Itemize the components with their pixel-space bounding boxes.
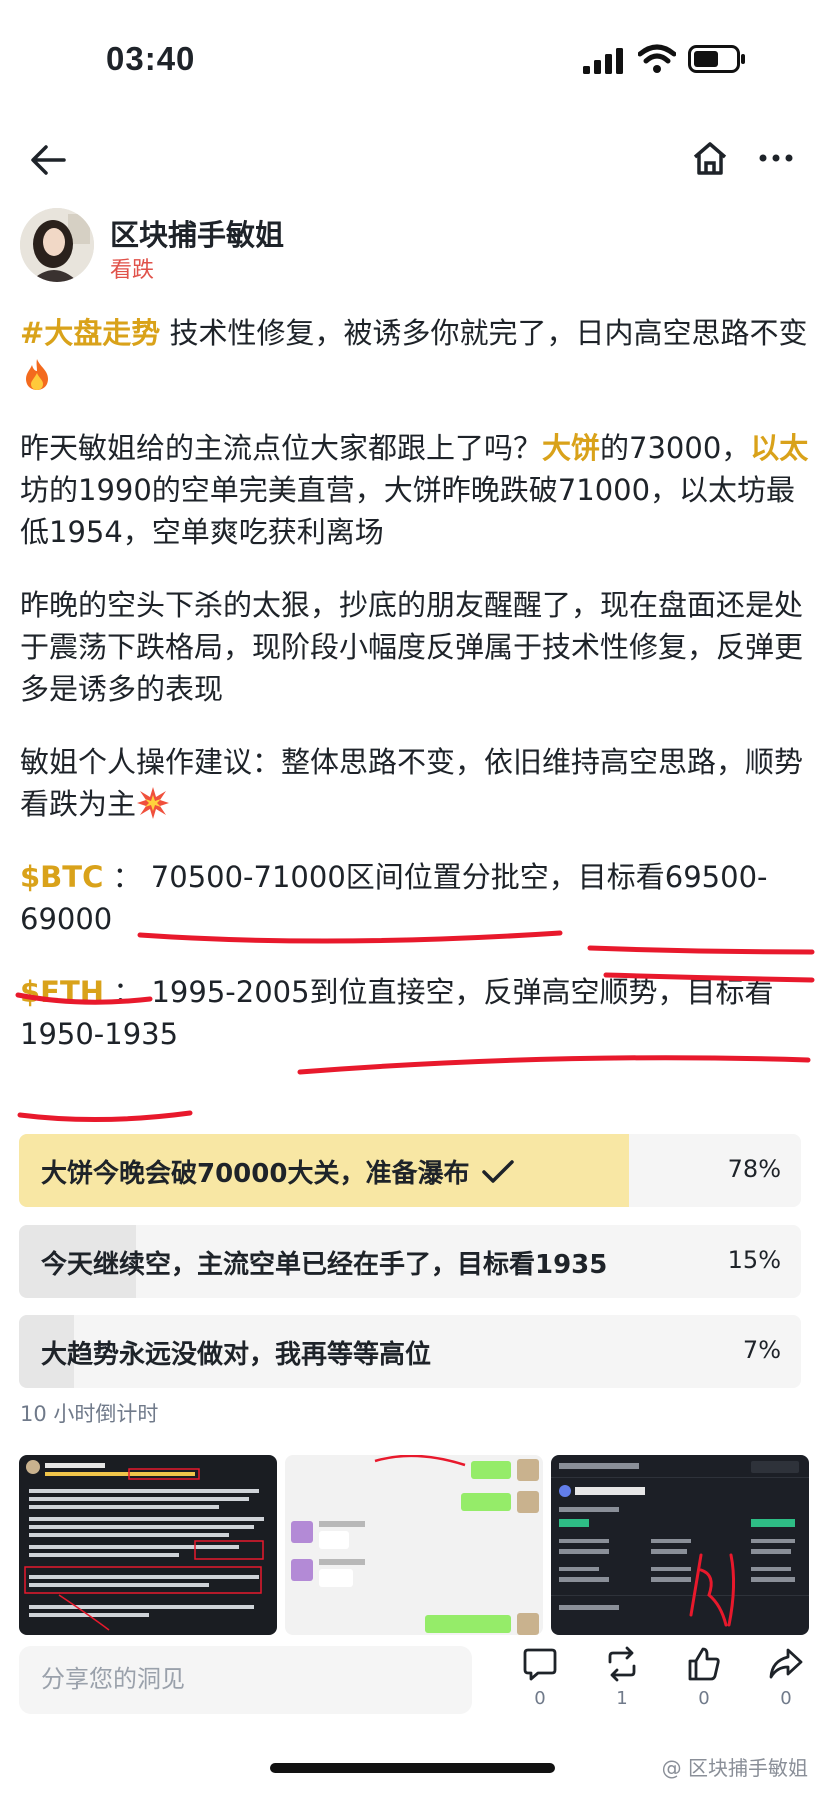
- image-thumbnail-2[interactable]: [285, 1455, 543, 1635]
- post-paragraph-4: 敏姐个人操作建议：整体思路不变，依旧维持高空思路，顺势看跌为主: [20, 741, 810, 825]
- trading-position-preview: [551, 1455, 809, 1635]
- status-time: 03:40: [106, 40, 196, 77]
- paragraph-text: 昨天敏姐给的主流点位大家都跟上了吗？: [20, 431, 543, 465]
- home-icon[interactable]: [690, 138, 730, 178]
- poll-option-3[interactable]: 大趋势永远没做对，我再等等高位 7%: [19, 1315, 801, 1388]
- poll-option-1[interactable]: 大饼今晚会破70000大关，准备瀑布 78%: [19, 1134, 801, 1207]
- repost-icon: [608, 1646, 636, 1682]
- repost-count: 1: [616, 1688, 628, 1709]
- paragraph-text: 技术性修复，被诱多你就完了，日内高空思路不变: [160, 316, 808, 350]
- author-header: 区块捕手敏姐 看跌: [20, 208, 800, 284]
- coin-link-btc[interactable]: 大饼: [542, 431, 600, 465]
- poll-option-2[interactable]: 今天继续空，主流空单已经在手了，目标看1935 15%: [19, 1225, 801, 1298]
- watermark: @ 区块捕手敏姐: [661, 1756, 808, 1780]
- more-options-icon[interactable]: [758, 144, 794, 172]
- paragraph-text: 坊的1990的空单完美直营，大饼昨晚跌破71000，以太坊最低1954，空单爽吃…: [20, 473, 796, 549]
- post-paragraph-1: #大盘走势 技术性修复，被诱多你就完了，日内高空思路不变: [20, 312, 810, 396]
- bottom-action-bar: 0 1 0 0 @ 区块捕手敏姐: [0, 1638, 828, 1800]
- poll-countdown: 10 小时倒计时: [20, 1402, 159, 1426]
- poll-percent: 7%: [742, 1336, 781, 1364]
- wifi-icon: [638, 44, 676, 73]
- attached-images: [19, 1455, 809, 1635]
- chat-preview: [285, 1455, 543, 1635]
- poll-label: 大饼今晚会破70000大关，准备瀑布: [41, 1159, 470, 1189]
- repost-button[interactable]: 1: [592, 1646, 652, 1726]
- comment-count: 0: [534, 1688, 546, 1709]
- check-icon: [482, 1160, 515, 1183]
- poll-percent: 78%: [727, 1155, 781, 1183]
- share-icon: [769, 1648, 803, 1679]
- poll-label: 今天继续空，主流空单已经在手了，目标看1935: [41, 1250, 608, 1280]
- ticker-link-btc[interactable]: $BTC: [20, 860, 103, 894]
- image-thumbnail-1[interactable]: [19, 1455, 277, 1635]
- hashtag-link[interactable]: #大盘走势: [20, 316, 160, 350]
- author-name[interactable]: 区块捕手敏姐: [110, 212, 284, 254]
- image-thumbnail-3[interactable]: [551, 1455, 809, 1635]
- post-body: #大盘走势 技术性修复，被诱多你就完了，日内高空思路不变 昨天敏姐给的主流点位大…: [20, 312, 810, 1086]
- like-count: 0: [698, 1688, 710, 1709]
- post-paragraph-eth: $ETH ： 1995-2005到位直接空，反弹高空顺势，目标看1950-193…: [20, 971, 810, 1055]
- fire-emoji-icon: [26, 359, 48, 390]
- like-button[interactable]: 0: [674, 1646, 734, 1726]
- ticker-link-eth[interactable]: $ETH: [20, 975, 104, 1009]
- paragraph-text: ： 1995-2005到位直接空，反弹高空顺势，目标看1950-1935: [20, 975, 774, 1051]
- sentiment-tag: 看跌: [110, 258, 155, 283]
- top-nav: [0, 130, 828, 190]
- battery-icon: [688, 45, 745, 73]
- poll-label: 大趋势永远没做对，我再等等高位: [41, 1340, 432, 1370]
- poll-percent: 15%: [727, 1246, 781, 1274]
- home-indicator: [270, 1763, 555, 1773]
- thumbs-up-icon: [688, 1647, 720, 1681]
- post-paragraph-3: 昨晚的空头下杀的太狠，抄底的朋友醒醒了，现在盘面还是处于震荡下跌格局，现阶段小幅…: [20, 588, 804, 706]
- explosion-emoji-icon: [137, 787, 170, 819]
- coin-link-eth[interactable]: 以太: [750, 431, 808, 465]
- share-count: 0: [780, 1688, 792, 1709]
- share-button[interactable]: 0: [756, 1646, 816, 1726]
- comment-button[interactable]: 0: [510, 1646, 570, 1726]
- avatar-image: [20, 208, 94, 282]
- share-insight-input[interactable]: [19, 1646, 472, 1714]
- paragraph-text: 的73000，: [600, 431, 751, 465]
- status-bar: 03:40: [0, 0, 828, 120]
- avatar[interactable]: [20, 208, 94, 282]
- comment-icon: [523, 1648, 557, 1681]
- cellular-signal-icon: [583, 48, 623, 74]
- back-arrow-icon[interactable]: [28, 142, 68, 178]
- post-paragraph-2: 昨天敏姐给的主流点位大家都跟上了吗？大饼的73000，以太坊的1990的空单完美…: [20, 427, 810, 553]
- screenshot-preview-dark: [19, 1455, 277, 1635]
- paragraph-text: ： 70500-71000区间位置分批空，目标看69500-69000: [20, 860, 768, 936]
- post-paragraph-btc: $BTC ： 70500-71000区间位置分批空，目标看69500-69000: [20, 856, 810, 940]
